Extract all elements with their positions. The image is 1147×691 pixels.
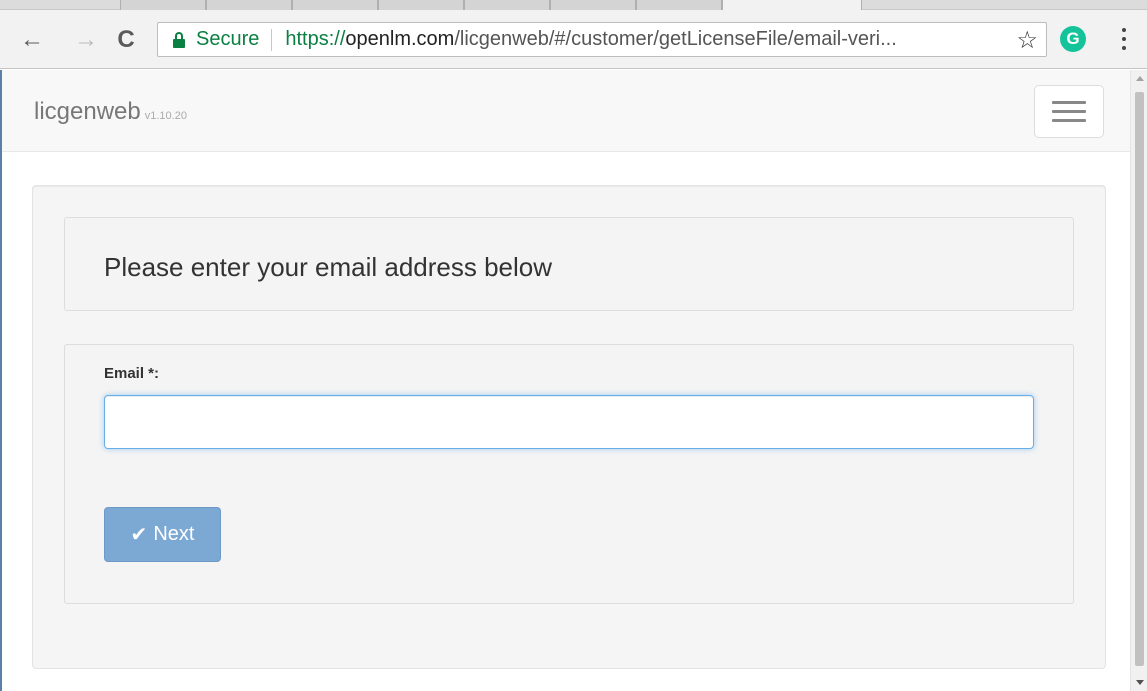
browser-tab[interactable]: [120, 0, 206, 10]
browser-tab[interactable]: [206, 0, 292, 10]
browser-tab[interactable]: [378, 0, 464, 10]
address-divider: [271, 28, 273, 51]
hamburger-menu-button[interactable]: [1034, 85, 1104, 138]
scrollbar-thumb[interactable]: [1135, 92, 1144, 666]
app-version: v1.10.20: [144, 110, 187, 122]
next-button-label: Next: [153, 523, 195, 545]
hamburger-bar: [1052, 110, 1086, 113]
hamburger-bar: [1052, 119, 1086, 122]
email-input[interactable]: [104, 395, 1034, 449]
scroll-up-arrow-icon[interactable]: [1136, 76, 1144, 81]
email-label: Email *:: [104, 365, 160, 382]
browser-tab-strip: [0, 0, 1147, 10]
grammarly-extension-icon[interactable]: G: [1060, 26, 1086, 52]
browser-tab[interactable]: [636, 0, 722, 10]
bookmark-star-icon[interactable]: ☆: [1016, 26, 1038, 55]
app-navbar: licgenweb v1.10.20: [2, 70, 1130, 152]
vertical-scrollbar[interactable]: [1130, 70, 1147, 691]
window-left-edge: [0, 70, 2, 691]
browser-tab-active[interactable]: [722, 0, 862, 10]
checkmark-icon: ✔: [130, 523, 148, 546]
brand-name: licgenweb: [34, 98, 141, 125]
browser-toolbar: ← → C Secure https://openlm.com/licgenwe…: [0, 10, 1147, 69]
address-bar[interactable]: Secure https://openlm.com/licgenweb/#/cu…: [157, 22, 1047, 57]
scroll-down-arrow-icon[interactable]: [1136, 680, 1144, 685]
heading-panel: Please enter your email address below: [64, 217, 1074, 311]
brand[interactable]: licgenweb v1.10.20: [34, 98, 187, 126]
browser-tab[interactable]: [550, 0, 636, 10]
security-label[interactable]: Secure: [196, 28, 259, 51]
reload-icon[interactable]: C: [112, 26, 140, 54]
back-arrow-icon[interactable]: ←: [18, 26, 46, 54]
url-scheme: https://: [285, 28, 346, 50]
url-path: /licgenweb/#/customer/getLicenseFile/ema…: [454, 28, 897, 50]
page-heading: Please enter your email address below: [104, 252, 553, 282]
url-text[interactable]: https://openlm.com/licgenweb/#/customer/…: [285, 28, 896, 51]
browser-tab[interactable]: [292, 0, 378, 10]
forward-arrow-icon[interactable]: →: [72, 26, 100, 54]
next-button[interactable]: ✔ Next: [104, 507, 221, 562]
browser-menu-icon[interactable]: [1117, 22, 1131, 56]
hamburger-bar: [1052, 101, 1086, 104]
lock-icon[interactable]: [172, 31, 186, 48]
browser-tab[interactable]: [464, 0, 550, 10]
content-well: Please enter your email address below Em…: [32, 185, 1106, 669]
email-form-panel: Email *: ✔ Next: [64, 344, 1074, 604]
url-host: openlm.com: [345, 28, 455, 50]
page-viewport: licgenweb v1.10.20 Please enter your emai…: [0, 70, 1147, 691]
